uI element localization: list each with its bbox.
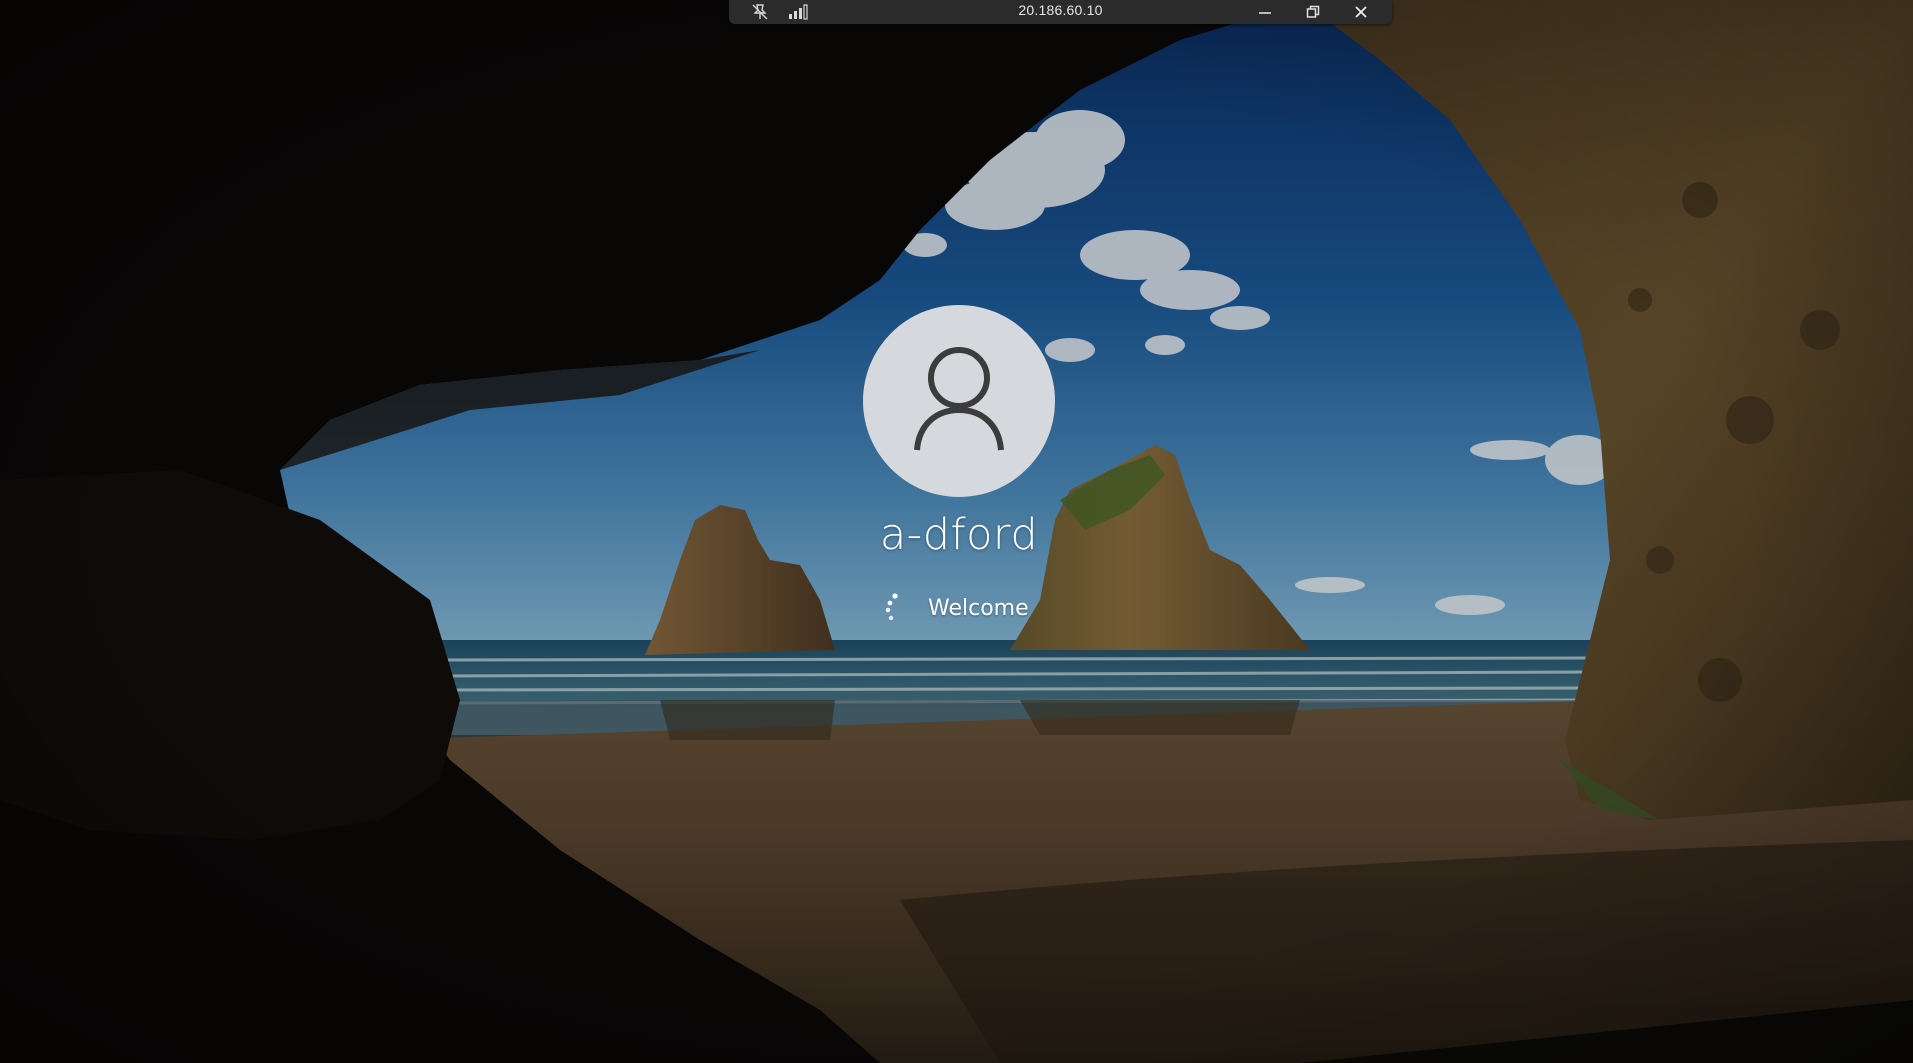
minimize-icon[interactable] xyxy=(1250,0,1280,24)
connection-quality-icon[interactable] xyxy=(784,0,814,24)
username-label: a-dford xyxy=(879,510,1039,560)
welcome-status-text: Welcome xyxy=(928,595,1029,621)
lock-screen: 20.186.60.10 a-dford Welcome xyxy=(0,0,1913,1063)
connection-address: 20.186.60.10 xyxy=(1018,2,1103,18)
login-status: Welcome xyxy=(880,590,1029,626)
remote-connection-bar: 20.186.60.10 xyxy=(729,0,1392,24)
loading-spinner-icon xyxy=(885,593,898,621)
close-icon[interactable] xyxy=(1346,0,1376,24)
user-avatar xyxy=(863,305,1055,497)
restore-icon[interactable] xyxy=(1298,0,1328,24)
unpin-icon[interactable] xyxy=(745,0,775,24)
user-icon xyxy=(914,347,1004,451)
